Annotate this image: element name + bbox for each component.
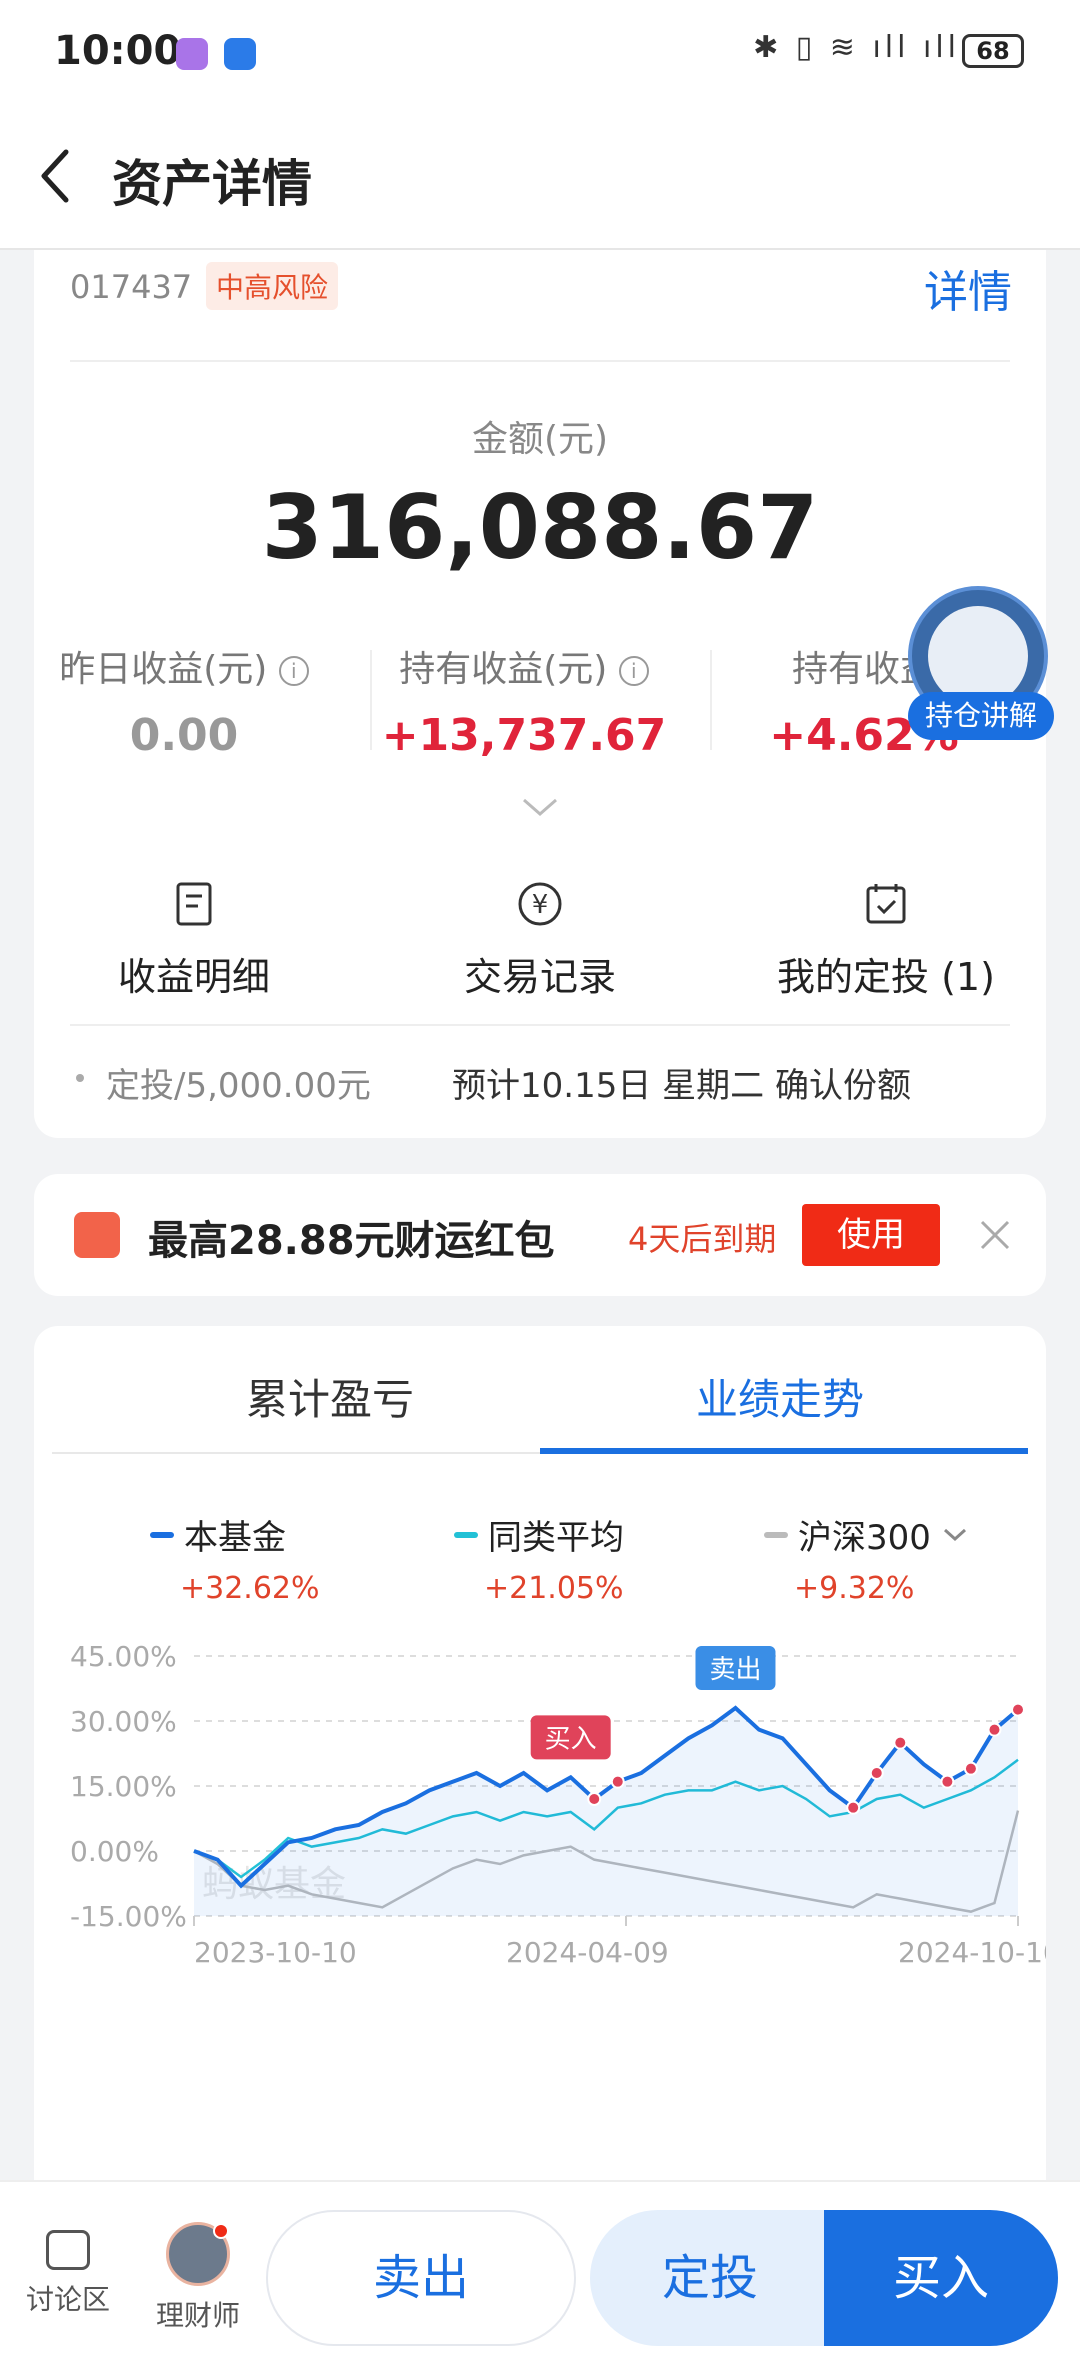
coupon-card: 最高28.88元财运红包 4天后到期 使用 [34, 1174, 1046, 1296]
legend-name: 沪深300 [798, 1518, 931, 1558]
legend-swatch [454, 1531, 478, 1538]
info-icon[interactable]: i [278, 656, 309, 686]
plan-text[interactable]: 定投/5,000.00元 [106, 1058, 371, 1107]
y-tick-label: 30.00% [70, 1705, 177, 1738]
trade-marker [987, 1722, 1002, 1737]
red-packet-icon [74, 1212, 120, 1258]
app-notification-icon-2 [224, 38, 256, 70]
legend-value: +9.32% [794, 1571, 915, 1606]
yuan-icon: ¥ [518, 882, 562, 926]
y-tick-label: 45.00% [70, 1640, 177, 1673]
stat-value: 0.00 [129, 710, 239, 761]
position-explain-label[interactable]: 持仓讲解 [908, 692, 1054, 740]
chevron-down-icon[interactable] [520, 796, 560, 820]
annotation-label: 买入 [545, 1724, 597, 1754]
coupon-expiry: 4天后到期 [628, 1220, 777, 1258]
plan-info: 预计10.15日 星期二 确认份额 [452, 1066, 911, 1106]
tab-cumulative-pnl[interactable]: 累计盈亏 [90, 1366, 570, 1427]
tab-performance-trend[interactable]: 业绩走势 [540, 1366, 1020, 1427]
risk-badge: 中高风险 [206, 262, 339, 310]
use-coupon-button[interactable]: 使用 [802, 1204, 940, 1266]
legend-swatch [764, 1531, 788, 1538]
status-bar: 10:00 ✱ ▯ ≋ ıll ıll 68 [0, 0, 1080, 100]
discussion-button[interactable]: 讨论区 [26, 2230, 110, 2318]
legend-item-csi300[interactable]: 沪深300 +9.32% [764, 1510, 1064, 1606]
legend-name: 本基金 [184, 1518, 286, 1558]
bottom-bar: 讨论区 理财师 卖出 定投 买入 [0, 2180, 1080, 2375]
info-icon[interactable]: i [618, 656, 649, 686]
nav-bar: 资产详情 [0, 100, 1080, 250]
advisor-label: 理财师 [156, 2299, 241, 2332]
asset-card: 017437 中高风险 详情 金额(元) 316,088.67 昨日收益(元) … [34, 250, 1046, 1138]
svg-text:¥: ¥ [532, 890, 549, 920]
buy-button[interactable]: 买入 [824, 2210, 1058, 2346]
divider [710, 650, 712, 750]
tab-active-indicator [540, 1448, 1028, 1454]
stat-label: 持有收益(元) [399, 649, 608, 690]
chevron-down-icon[interactable] [942, 1527, 968, 1543]
y-tick-label: -15.00% [70, 1900, 187, 1933]
divider [70, 1024, 1010, 1026]
calendar-icon [866, 884, 906, 924]
yesterday-earnings[interactable]: 昨日收益(元) i 0.00 [34, 640, 334, 761]
trade-marker [1011, 1702, 1025, 1717]
fund-code: 017437 [70, 268, 193, 306]
detail-link[interactable]: 详情 [924, 256, 1012, 320]
sell-button[interactable]: 卖出 [266, 2210, 576, 2346]
signal-icons: ✱ ▯ ≋ ıll ıll [753, 30, 960, 65]
page-title: 资产详情 [112, 155, 312, 213]
annotation-label: 卖出 [709, 1655, 761, 1685]
action-label: 交易记录 [463, 955, 616, 999]
trade-marker [846, 1800, 861, 1815]
legend-swatch [150, 1531, 174, 1538]
app-notification-icon [176, 38, 208, 70]
legend-item-fund[interactable]: 本基金 +32.62% [150, 1510, 450, 1606]
bullet-dot [76, 1074, 84, 1082]
x-tick-label: 2024-10-10 [898, 1936, 1046, 1969]
stat-label: 昨日收益(元) [59, 649, 268, 690]
divider [370, 650, 372, 750]
earnings-detail-button[interactable]: 收益明细 [34, 880, 354, 1001]
trade-marker [940, 1774, 955, 1789]
coupon-title: 最高28.88元财运红包 [148, 1218, 555, 1264]
legend-value: +32.62% [180, 1571, 320, 1606]
action-label: 收益明细 [117, 955, 270, 999]
holding-earnings[interactable]: 持有收益(元) i +13,737.67 [374, 640, 674, 761]
back-arrow-icon[interactable] [36, 146, 76, 206]
legend-name: 同类平均 [488, 1518, 624, 1558]
y-tick-label: 0.00% [70, 1835, 159, 1868]
trade-marker [893, 1735, 908, 1750]
avatar [166, 2222, 230, 2286]
chat-icon [46, 2230, 90, 2270]
legend-item-category-avg[interactable]: 同类平均 +21.05% [454, 1510, 754, 1606]
amount-label: 金额(元) [471, 419, 609, 460]
action-label: 我的定投 (1) [777, 955, 995, 999]
trade-marker [610, 1774, 625, 1789]
plan-button[interactable]: 定投 [590, 2210, 830, 2346]
legend-value: +21.05% [484, 1571, 624, 1606]
stat-value: +13,737.67 [381, 710, 667, 761]
document-icon [176, 882, 212, 926]
trade-marker [963, 1761, 978, 1776]
x-tick-label: 2024-04-09 [506, 1936, 669, 1969]
y-tick-label: 15.00% [70, 1770, 177, 1803]
trade-marker [869, 1766, 884, 1780]
divider [70, 360, 1010, 362]
battery-icon: 68 [962, 34, 1024, 68]
x-tick-label: 2023-10-10 [194, 1936, 357, 1969]
close-icon[interactable] [978, 1218, 1012, 1252]
chart-logo-icon [928, 606, 1028, 706]
trade-marker [587, 1792, 602, 1806]
amount-value: 316,088.67 [261, 476, 819, 579]
notification-dot [213, 2223, 229, 2239]
status-time: 10:00 [54, 28, 182, 74]
my-plan-button[interactable]: 我的定投 (1) [726, 880, 1046, 1001]
advisor-button[interactable]: 理财师 [156, 2222, 240, 2334]
discussion-label: 讨论区 [26, 2283, 111, 2316]
performance-chart[interactable]: 45.00% 30.00% 15.00% 0.00% -15.00%2023-10-10… [34, 1626, 1046, 2056]
trade-records-button[interactable]: ¥ 交易记录 [380, 880, 700, 1001]
